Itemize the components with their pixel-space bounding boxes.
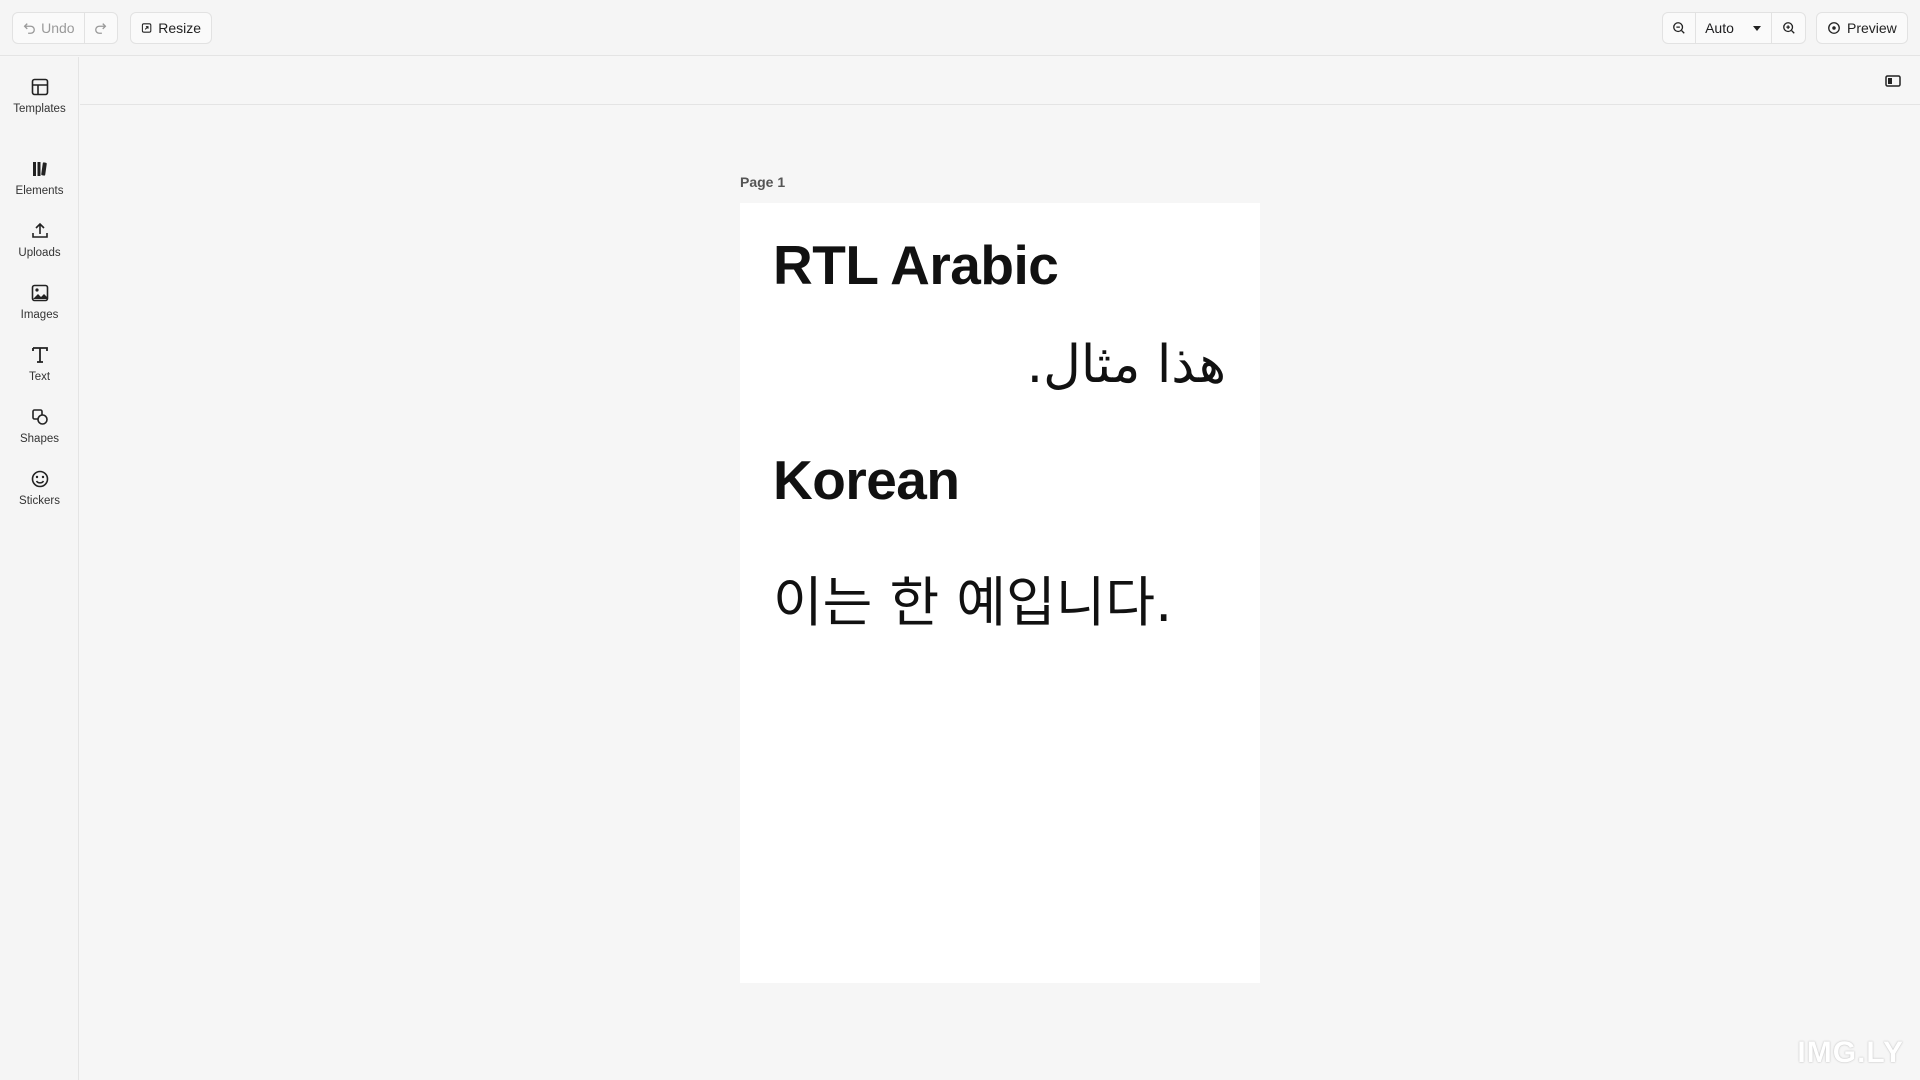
undo-label: Undo xyxy=(41,20,75,36)
zoom-select[interactable]: Auto xyxy=(1696,13,1773,43)
zoom-in-button[interactable] xyxy=(1772,13,1805,43)
undo-icon xyxy=(23,23,35,34)
templates-icon xyxy=(31,78,48,96)
shapes-icon xyxy=(31,409,48,425)
resize-icon xyxy=(141,23,152,33)
sticker-icon xyxy=(31,470,48,488)
zoom-out-button[interactable] xyxy=(1663,13,1696,43)
resize-label: Resize xyxy=(158,20,201,36)
korean-text[interactable]: 이는 한 예입니다. xyxy=(773,558,1172,637)
page-label: Page 1 xyxy=(740,174,786,190)
preview-icon xyxy=(1828,22,1840,34)
sidebar-item-text[interactable]: Text xyxy=(0,336,79,392)
upload-icon xyxy=(31,222,48,238)
sidebar-item-images[interactable]: Images xyxy=(0,274,79,330)
zoom-value: Auto xyxy=(1705,20,1734,36)
redo-button[interactable] xyxy=(85,13,117,43)
left-sidebar: Templates Elements Uploads Images Text S… xyxy=(0,57,79,1080)
resize-button[interactable]: Resize xyxy=(130,12,212,44)
undo-button[interactable]: Undo xyxy=(13,13,85,43)
sidebar-item-label: Elements xyxy=(15,185,64,197)
sidebar-item-label: Shapes xyxy=(19,433,59,445)
zoom-in-icon xyxy=(1782,22,1795,34)
image-icon xyxy=(31,284,48,302)
sidebar-item-templates[interactable]: Templates xyxy=(0,68,79,124)
sidebar-item-shapes[interactable]: Shapes xyxy=(0,398,79,454)
sidebar-item-elements[interactable]: Elements xyxy=(0,150,79,206)
heading-arabic[interactable]: RTL Arabic xyxy=(773,233,1059,297)
arabic-text[interactable]: هذا مثال. xyxy=(1027,335,1226,395)
text-icon xyxy=(31,347,48,363)
sidebar-item-label: Uploads xyxy=(18,247,61,259)
zoom-out-icon xyxy=(1672,22,1685,34)
heading-korean[interactable]: Korean xyxy=(773,448,960,512)
elements-icon xyxy=(32,162,47,176)
redo-icon xyxy=(94,23,107,34)
design-page[interactable]: RTL Arabic هذا مثال. Korean 이는 한 예입니다. xyxy=(740,203,1260,983)
undo-redo-group: Undo xyxy=(12,12,118,44)
preview-label: Preview xyxy=(1847,20,1897,36)
sidebar-item-label: Stickers xyxy=(19,495,60,507)
sidebar-item-uploads[interactable]: Uploads xyxy=(0,212,79,268)
sidebar-item-label: Images xyxy=(20,309,59,321)
panel-toggle-icon[interactable] xyxy=(1884,72,1902,90)
sidebar-item-label: Text xyxy=(28,371,51,383)
chevron-down-icon xyxy=(1752,26,1761,31)
top-toolbar: Undo Resize Auto Preview xyxy=(0,0,1920,56)
sidebar-item-label: Templates xyxy=(13,103,66,115)
zoom-control: Auto xyxy=(1662,12,1806,44)
inspector-bar xyxy=(80,57,1920,105)
preview-button[interactable]: Preview xyxy=(1816,12,1908,44)
sidebar-item-stickers[interactable]: Stickers xyxy=(0,460,79,516)
imgly-watermark: IMG.LY xyxy=(1797,1036,1904,1069)
